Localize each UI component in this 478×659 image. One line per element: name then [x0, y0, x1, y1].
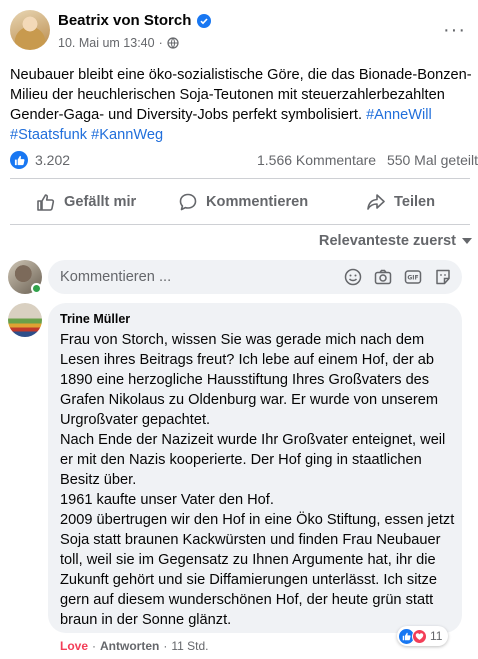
camera-icon[interactable]	[374, 268, 392, 286]
comment-reactions[interactable]: 11	[397, 626, 449, 646]
comment-label: Kommentieren	[206, 194, 309, 210]
like-icon	[37, 194, 55, 211]
globe-icon	[167, 37, 179, 49]
like-count[interactable]: 3.202	[35, 152, 70, 168]
comment-count[interactable]: 1.566 Kommentare	[257, 152, 376, 168]
like-label: Gefällt mir	[64, 194, 137, 210]
like-button[interactable]: Gefällt mir	[36, 184, 136, 220]
comment-icon	[179, 193, 197, 211]
comment-time[interactable]: 11 Std.	[171, 639, 208, 653]
hashtag-annewill[interactable]: #AnneWill	[366, 107, 432, 123]
svg-text:GIF: GIF	[407, 275, 418, 282]
comment-input[interactable]: Kommentieren ... GIF	[48, 260, 462, 294]
commenter-avatar[interactable]	[8, 303, 42, 337]
gif-icon[interactable]: GIF	[404, 268, 422, 286]
verified-icon	[197, 13, 212, 28]
love-reaction-button[interactable]: Love	[60, 639, 88, 653]
hashtag-staatsfunk[interactable]: #Staatsfunk	[10, 127, 87, 143]
post-text: Neubauer bleibt eine öko-sozialistische …	[10, 65, 472, 145]
share-button[interactable]: Teilen	[366, 184, 435, 220]
reply-button[interactable]: Antworten	[100, 639, 159, 653]
comment-button[interactable]: Kommentieren	[178, 184, 308, 220]
like-reaction-icon[interactable]	[10, 151, 28, 169]
online-status-dot	[31, 283, 42, 294]
post-date[interactable]: 10. Mai um 13:40	[58, 36, 155, 50]
meta-separator: ·	[158, 36, 163, 50]
author-row: Beatrix von Storch	[58, 12, 212, 29]
footer-separator: ·	[92, 639, 97, 653]
hashtag-kannweg[interactable]: #KannWeg	[91, 127, 163, 143]
share-label: Teilen	[394, 194, 436, 210]
sticker-icon[interactable]	[434, 268, 452, 286]
comment-author[interactable]: Trine Müller	[60, 312, 130, 326]
divider-bottom	[10, 224, 470, 225]
comment-sort-dropdown[interactable]: Relevanteste zuerst	[319, 233, 472, 249]
sort-label: Relevanteste zuerst	[318, 233, 456, 249]
more-icon[interactable]: ···	[443, 20, 466, 40]
author-name[interactable]: Beatrix von Storch	[58, 12, 191, 29]
post-actions: Gefällt mir Kommentieren Teilen	[10, 184, 470, 220]
comment-text: Frau von Storch, wissen Sie was gerade m…	[60, 332, 455, 628]
comment-bubble: Trine Müller Frau von Storch, wissen Sie…	[48, 303, 462, 633]
comment-reaction-count: 11	[430, 629, 443, 643]
footer-separator: ·	[163, 639, 168, 653]
divider-top	[10, 178, 470, 179]
share-count[interactable]: 550 Mal geteilt	[387, 152, 478, 168]
love-icon	[412, 628, 427, 644]
emoji-icon[interactable]	[344, 268, 362, 286]
comment-input-placeholder: Kommentieren ...	[60, 269, 172, 285]
post-meta: 10. Mai um 13:40 ·	[58, 36, 179, 50]
post-stats: 3.202 1.566 Kommentare 550 Mal geteilt	[10, 150, 478, 170]
comment-footer: Love · Antworten · 11 Std.	[60, 639, 208, 653]
author-avatar[interactable]	[10, 10, 50, 50]
share-icon	[367, 194, 385, 210]
post-header: Beatrix von Storch 10. Mai um 13:40 · ··…	[10, 8, 470, 56]
composer-tools: GIF	[344, 268, 452, 286]
chevron-down-icon	[462, 238, 472, 244]
